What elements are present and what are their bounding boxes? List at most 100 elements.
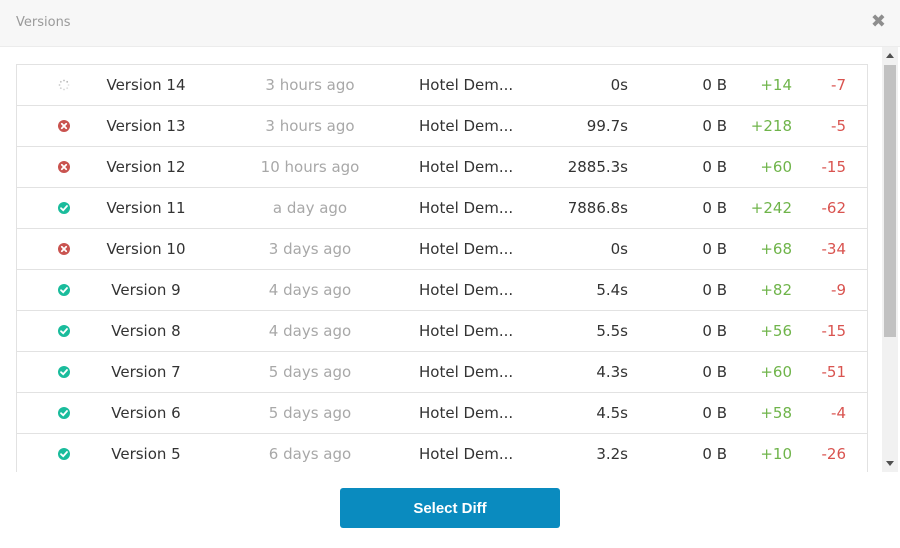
check-icon	[57, 365, 71, 379]
version-environment: Hotel Dem...	[419, 158, 514, 176]
version-deletions: -62	[821, 199, 847, 217]
version-additions: +82	[760, 281, 792, 299]
version-additions: +60	[760, 363, 792, 381]
version-duration: 7886.8s	[567, 199, 628, 217]
version-time: a day ago	[272, 199, 348, 217]
version-row[interactable]: Version 14 3 hours ago Hotel Dem... 0s 0 B +1…	[17, 65, 867, 106]
version-environment: Hotel Dem...	[419, 240, 514, 258]
version-size: 0 B	[702, 117, 727, 135]
version-duration: 5.4s	[596, 281, 628, 299]
version-deletions: -26	[821, 445, 847, 463]
version-row[interactable]: Version 9 4 days ago Hotel Dem... 5.4s 0 B +8…	[17, 270, 867, 311]
version-time: 5 days ago	[268, 404, 352, 422]
version-row[interactable]: Version 6 5 days ago Hotel Dem... 4.5s 0 B +5…	[17, 393, 867, 434]
version-size: 0 B	[702, 76, 727, 94]
versions-modal: Versions ✖ Version 14 3 hours ago Hotel De…	[0, 0, 900, 548]
version-duration: 2885.3s	[567, 158, 628, 176]
spinner-icon	[57, 78, 71, 92]
version-additions: +68	[760, 240, 792, 258]
check-icon	[57, 447, 71, 461]
version-environment: Hotel Dem...	[419, 404, 514, 422]
version-name: Version 11	[106, 199, 186, 217]
modal-header: Versions ✖	[0, 0, 900, 47]
version-environment: Hotel Dem...	[419, 322, 514, 340]
error-icon	[57, 160, 71, 174]
version-environment: Hotel Dem...	[419, 281, 514, 299]
version-time: 3 hours ago	[265, 76, 355, 94]
version-size: 0 B	[702, 404, 727, 422]
close-icon[interactable]: ✖	[871, 12, 886, 32]
version-deletions: -5	[831, 117, 846, 135]
version-duration: 5.5s	[596, 322, 628, 340]
vertical-scrollbar[interactable]	[882, 47, 898, 472]
versions-table: Version 14 3 hours ago Hotel Dem... 0s 0 B +1…	[16, 64, 868, 472]
version-name: Version 14	[106, 76, 186, 94]
version-row[interactable]: Version 13 3 hours ago Hotel Dem... 99.7s 0 …	[17, 106, 867, 147]
check-icon	[57, 406, 71, 420]
modal-footer: Select Diff	[0, 472, 900, 548]
version-time: 5 days ago	[268, 363, 352, 381]
version-row[interactable]: Version 7 5 days ago Hotel Dem... 4.3s 0 B +6…	[17, 352, 867, 393]
version-row[interactable]: Version 11 a day ago Hotel Dem... 7886.8s 0 …	[17, 188, 867, 229]
version-additions: +56	[760, 322, 792, 340]
check-icon	[57, 324, 71, 338]
error-icon	[57, 119, 71, 133]
version-time: 10 hours ago	[260, 158, 360, 176]
scrollbar-thumb[interactable]	[884, 65, 896, 337]
version-name: Version 7	[111, 363, 181, 381]
version-size: 0 B	[702, 158, 727, 176]
version-duration: 4.3s	[596, 363, 628, 381]
check-icon	[57, 201, 71, 215]
scroll-up-arrow-icon[interactable]	[886, 53, 894, 58]
version-size: 0 B	[702, 281, 727, 299]
version-additions: +60	[760, 158, 792, 176]
modal-title: Versions	[16, 15, 71, 30]
version-duration: 3.2s	[596, 445, 628, 463]
version-additions: +218	[750, 117, 792, 135]
version-additions: +242	[750, 199, 792, 217]
error-icon	[57, 242, 71, 256]
version-name: Version 10	[106, 240, 186, 258]
version-environment: Hotel Dem...	[419, 363, 514, 381]
version-environment: Hotel Dem...	[419, 199, 514, 217]
version-row[interactable]: Version 10 3 days ago Hotel Dem... 0s 0 B +68…	[17, 229, 867, 270]
version-size: 0 B	[702, 199, 727, 217]
version-size: 0 B	[702, 445, 727, 463]
version-additions: +10	[760, 445, 792, 463]
version-environment: Hotel Dem...	[419, 76, 514, 94]
version-time: 3 hours ago	[265, 117, 355, 135]
version-size: 0 B	[702, 322, 727, 340]
version-time: 6 days ago	[268, 445, 352, 463]
version-name: Version 13	[106, 117, 186, 135]
version-deletions: -7	[831, 76, 846, 94]
version-name: Version 12	[106, 158, 186, 176]
version-name: Version 5	[111, 445, 181, 463]
version-additions: +14	[760, 76, 792, 94]
version-size: 0 B	[702, 363, 727, 381]
version-duration: 0s	[610, 76, 628, 94]
version-duration: 4.5s	[596, 404, 628, 422]
modal-body: Version 14 3 hours ago Hotel Dem... 0s 0 B +1…	[0, 47, 900, 472]
check-icon	[57, 283, 71, 297]
version-size: 0 B	[702, 240, 727, 258]
version-deletions: -15	[821, 158, 847, 176]
version-environment: Hotel Dem...	[419, 445, 514, 463]
version-row[interactable]: Version 8 4 days ago Hotel Dem... 5.5s 0 B +5…	[17, 311, 867, 352]
version-duration: 99.7s	[586, 117, 628, 135]
version-environment: Hotel Dem...	[419, 117, 514, 135]
version-name: Version 9	[111, 281, 181, 299]
version-time: 4 days ago	[268, 281, 352, 299]
version-deletions: -9	[831, 281, 846, 299]
version-duration: 0s	[610, 240, 628, 258]
scroll-down-arrow-icon[interactable]	[886, 461, 894, 466]
version-time: 3 days ago	[268, 240, 352, 258]
version-deletions: -4	[831, 404, 846, 422]
version-name: Version 6	[111, 404, 181, 422]
version-row[interactable]: Version 5 6 days ago Hotel Dem... 3.2s 0 B +1…	[17, 434, 867, 472]
version-deletions: -51	[821, 363, 847, 381]
version-time: 4 days ago	[268, 322, 352, 340]
version-additions: +58	[760, 404, 792, 422]
version-row[interactable]: Version 12 10 hours ago Hotel Dem... 2885.3…	[17, 147, 867, 188]
select-diff-button[interactable]: Select Diff	[340, 488, 560, 528]
version-deletions: -34	[821, 240, 847, 258]
